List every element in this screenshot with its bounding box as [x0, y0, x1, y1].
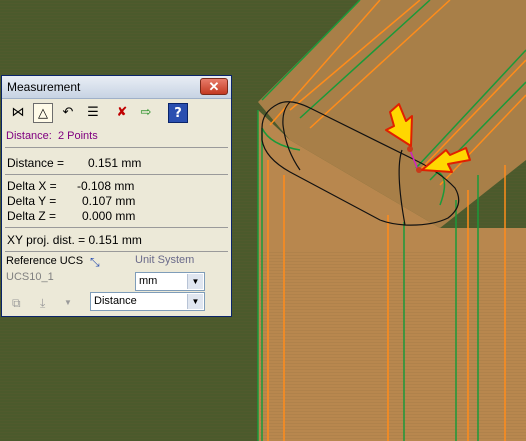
divider	[5, 174, 228, 175]
clear-selection-icon[interactable]: ✘	[112, 103, 132, 123]
list-view-icon[interactable]: ☰	[83, 103, 103, 123]
unit-system-select[interactable]: mm ▼	[135, 272, 205, 291]
close-button[interactable]: ✕	[200, 78, 228, 95]
dialog-title: Measurement	[7, 80, 81, 94]
measure-type-value: Distance	[94, 295, 137, 307]
delta-x-label: Delta X =	[7, 179, 57, 193]
export-icon[interactable]: ⇨	[136, 103, 156, 123]
divider	[5, 227, 228, 228]
reference-ucs-label: Reference UCS	[6, 255, 84, 267]
divider	[5, 251, 228, 252]
delta-z-label: Delta Z =	[7, 209, 57, 223]
measure-type-select[interactable]: Distance ▼	[90, 292, 205, 311]
chevron-down-icon: ▼	[187, 274, 203, 289]
delta-z-value: 0.000 mm	[82, 209, 136, 223]
delta-y-label: Delta Y =	[7, 194, 57, 208]
triangle-measure-icon[interactable]: △	[33, 103, 53, 123]
ucs-axes-icon[interactable]: ⤡	[90, 255, 100, 270]
dialog-titlebar[interactable]: Measurement ✕	[2, 76, 231, 99]
download-icon[interactable]: ⤓	[40, 296, 45, 311]
divider	[5, 147, 228, 148]
unit-system-value: mm	[139, 275, 158, 287]
chevron-down-icon: ▼	[187, 294, 203, 309]
measurement-dialog: Measurement ✕ ⋈ △ ↶ ☰ ✘ ⇨ ? Distance: 2 …	[1, 75, 232, 317]
mode-text: Distance: 2 Points	[6, 130, 98, 142]
chevron-down-icon[interactable]: ▼	[64, 298, 72, 307]
distance-label: Distance =	[7, 156, 65, 170]
xy-proj-text: XY proj. dist. = 0.151 mm	[7, 233, 142, 247]
arc-measure-icon[interactable]: ↶	[58, 103, 78, 123]
delta-y-value: 0.107 mm	[82, 194, 136, 208]
point-to-point-icon[interactable]: ⋈	[8, 103, 28, 123]
measure-point-1	[407, 146, 413, 152]
reference-ucs-value: UCS10_1	[6, 271, 54, 283]
help-icon[interactable]: ?	[168, 103, 188, 123]
copy-icon[interactable]: ⧉	[12, 296, 21, 311]
distance-value: 0.151 mm	[88, 156, 142, 170]
delta-x-value: -0.108 mm	[77, 179, 135, 193]
unit-system-label: Unit System	[135, 254, 195, 266]
